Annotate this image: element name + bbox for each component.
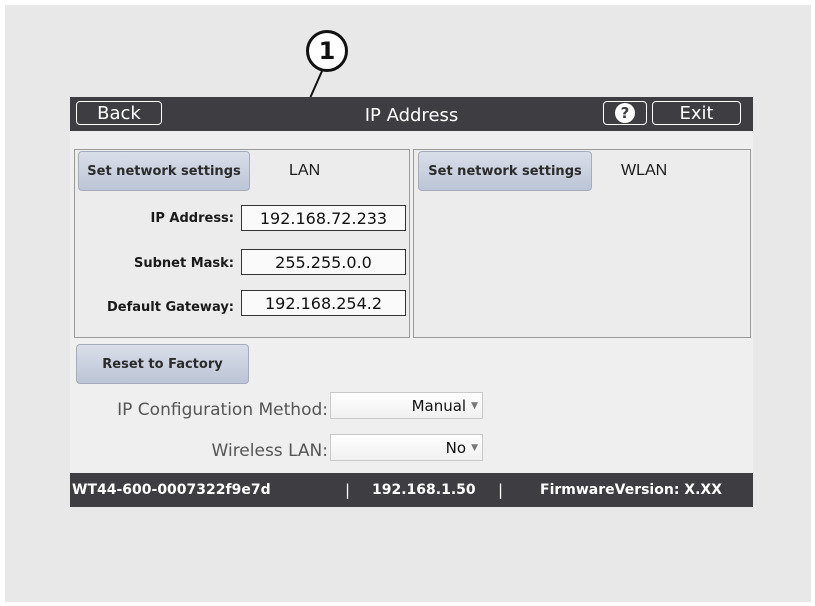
subnet-mask-label: Subnet Mask: — [133, 256, 234, 271]
ip-address-label: IP Address: — [150, 211, 234, 226]
wlan-label: WLAN — [621, 162, 668, 179]
status-ip: 192.168.1.50 — [372, 482, 476, 498]
ip-configuration-method-value: Manual — [411, 396, 467, 415]
callout-marker: 1 — [306, 30, 348, 72]
wireless-lan-label: Wireless LAN: — [211, 441, 328, 461]
lan-set-network-settings-button[interactable]: Set network settings — [78, 151, 250, 191]
default-gateway-label: Default Gateway: — [106, 300, 234, 315]
firmware-version: FirmwareVersion: X.XX — [540, 482, 722, 498]
status-separator: | — [498, 481, 504, 499]
status-bar: WT44-600-0007322f9e7d | 192.168.1.50 | F… — [70, 473, 753, 507]
reset-to-factory-button[interactable]: Reset to Factory — [76, 344, 249, 384]
wlan-set-network-settings-button[interactable]: Set network settings — [418, 151, 592, 191]
default-gateway-field[interactable]: 192.168.254.2 — [241, 290, 406, 316]
wlan-panel: Set network settings WLAN — [413, 149, 751, 338]
wireless-lan-value: No — [445, 438, 467, 457]
ip-configuration-method-label: IP Configuration Method: — [117, 400, 328, 420]
page-title: IP Address — [364, 105, 459, 126]
device-screen: Back IP Address ? Exit Set network setti… — [70, 97, 753, 507]
wireless-lan-select[interactable]: No ▼ — [330, 434, 483, 461]
title-bar: Back IP Address ? Exit — [70, 97, 753, 131]
help-icon: ? — [615, 103, 635, 123]
lan-panel: Set network settings LAN IP Address: 192… — [74, 149, 410, 338]
ip-configuration-method-select[interactable]: Manual ▼ — [330, 392, 483, 419]
chevron-down-icon: ▼ — [471, 442, 478, 453]
subnet-mask-field[interactable]: 255.255.0.0 — [241, 249, 406, 275]
exit-button[interactable]: Exit — [652, 101, 741, 125]
ip-address-field[interactable]: 192.168.72.233 — [241, 205, 406, 231]
help-button[interactable]: ? — [603, 101, 647, 125]
chevron-down-icon: ▼ — [471, 400, 478, 411]
lan-label: LAN — [289, 162, 321, 179]
status-separator: | — [345, 481, 351, 499]
device-id: WT44-600-0007322f9e7d — [72, 482, 271, 498]
